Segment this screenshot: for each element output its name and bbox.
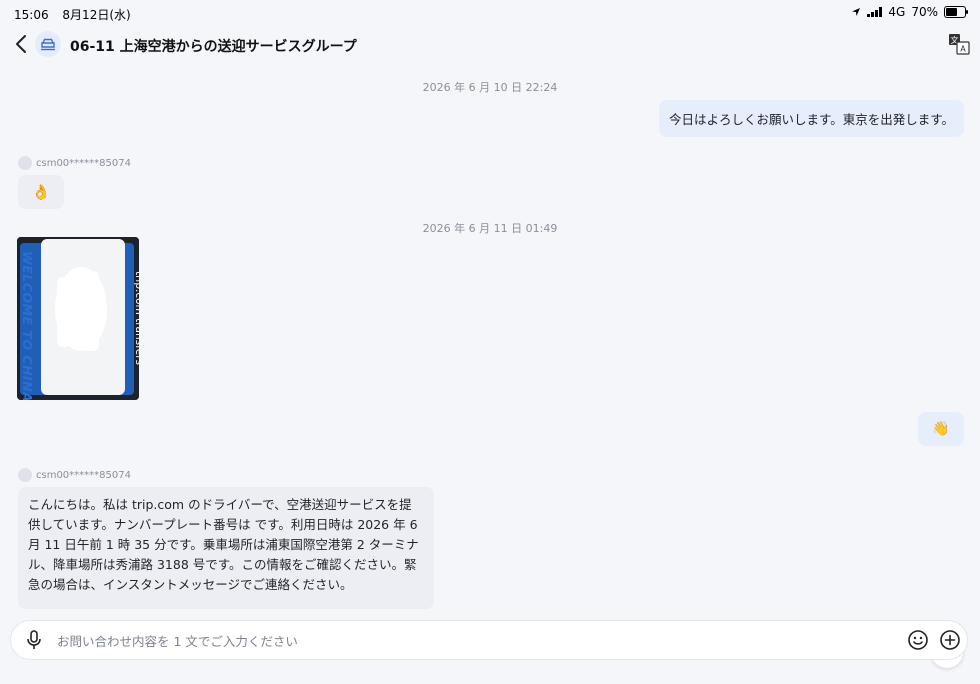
add-attachment-icon[interactable] [939, 629, 961, 651]
group-avatar[interactable] [35, 31, 61, 57]
message-timestamp: 2026 年 6 月 10 日 22:24 [422, 81, 558, 94]
status-bar: 15:06 8月12日(水) 4G 70% [0, 0, 980, 26]
message-timestamp: 2026 年 6 月 11 日 01:49 [422, 222, 558, 235]
message-input[interactable] [55, 630, 899, 652]
battery-icon [944, 6, 968, 18]
car-icon [41, 38, 55, 51]
translate-icon[interactable]: 文 A [948, 33, 970, 55]
status-time: 15:06 [14, 8, 49, 22]
outgoing-message[interactable]: 今日はよろしくお願いします。東京を出発します。 [658, 100, 964, 137]
outgoing-emoji-message[interactable]: 👋 [918, 412, 964, 446]
incoming-emoji-message[interactable]: 👌 [18, 175, 64, 209]
chat-title: 06-11 上海空港からの送迎サービスグループ [70, 39, 357, 55]
signal-icon [867, 7, 883, 17]
chat-header: 06-11 上海空港からの送迎サービスグループ 文 A [0, 28, 980, 62]
sign-text-brand: trip.com transfers [133, 270, 139, 366]
sign-text-welcome: WELCOME TO CHINA [20, 251, 35, 400]
avatar[interactable] [18, 156, 32, 170]
location-arrow-icon [852, 8, 861, 16]
avatar[interactable] [18, 468, 32, 482]
status-date: 8月12日(水) [62, 8, 131, 22]
network-type: 4G [888, 5, 906, 19]
chevron-left-icon[interactable] [10, 32, 34, 56]
emoji-icon[interactable] [907, 629, 929, 651]
chat-thread[interactable]: 2026 年 6 月 10 日 22:24 今日はよろしくお願いします。東京を出… [0, 66, 980, 668]
svg-text:A: A [960, 45, 966, 54]
sender-name: csm00******85074 [36, 469, 131, 481]
message-composer [10, 620, 968, 660]
welcome-sign-photo [17, 237, 139, 400]
sender-name: csm00******85074 [36, 157, 131, 169]
battery-percent: 70% [911, 5, 938, 19]
incoming-message[interactable]: こんにちは。私は trip.com のドライバーで、空港送迎サービスを提供してい… [18, 487, 434, 609]
image-message[interactable]: WELCOME TO CHINA trip.com transfers [17, 237, 139, 400]
sender-info: csm00******85074 [18, 156, 131, 170]
sender-info: csm00******85074 [18, 468, 131, 482]
microphone-icon[interactable] [23, 629, 45, 651]
